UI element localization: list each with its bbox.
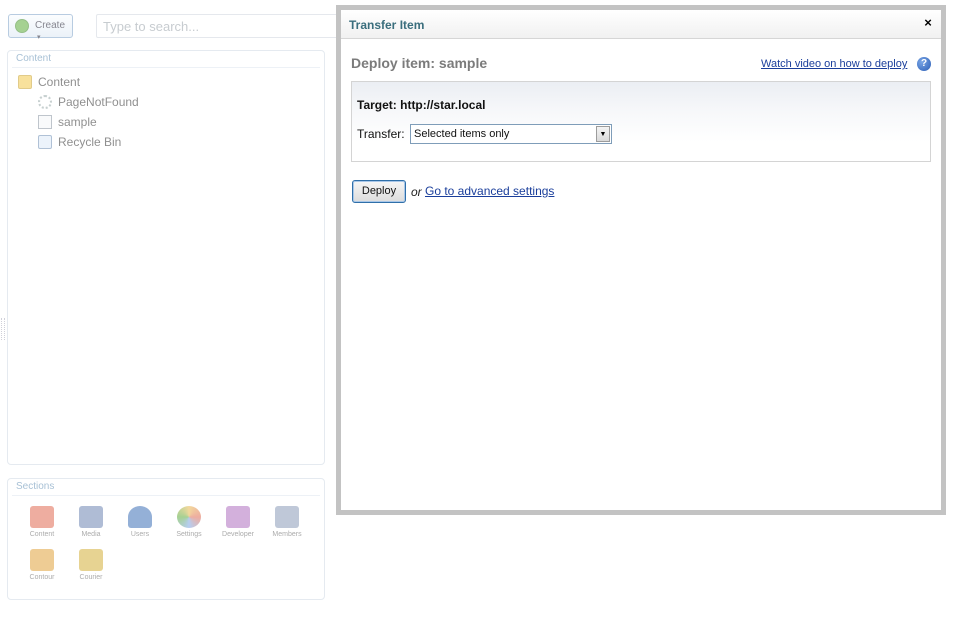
users-section-icon bbox=[128, 506, 152, 528]
section-label: Users bbox=[130, 531, 150, 538]
dialog-title-bar: Transfer Item × bbox=[341, 10, 941, 39]
sections-panel: Sections Content Media Users Settings De… bbox=[7, 478, 325, 600]
contour-section-icon bbox=[30, 549, 54, 571]
watch-video-link[interactable]: Watch video on how to deploy bbox=[761, 58, 907, 70]
section-label: Content bbox=[29, 531, 55, 538]
tree-item-label: sample bbox=[58, 115, 97, 129]
chevron-down-icon: ▾ bbox=[37, 34, 41, 41]
target-settings-box: Target: http://star.local Transfer: Sele… bbox=[351, 81, 931, 162]
help-icon[interactable]: ? bbox=[917, 57, 931, 71]
document-icon bbox=[38, 115, 52, 129]
or-text: or bbox=[411, 185, 422, 199]
create-button-label: Create bbox=[35, 20, 66, 31]
section-media[interactable]: Media bbox=[69, 506, 113, 538]
content-panel-title: Content bbox=[16, 53, 52, 64]
developer-section-icon bbox=[226, 506, 250, 528]
create-icon bbox=[15, 19, 29, 33]
media-section-icon bbox=[79, 506, 103, 528]
section-label: Settings bbox=[176, 531, 202, 538]
section-label: Contour bbox=[29, 574, 55, 581]
transfer-select[interactable]: Selected items only ▼ bbox=[410, 124, 612, 144]
gear-icon bbox=[38, 95, 52, 109]
recycle-bin-icon bbox=[38, 135, 52, 149]
create-button[interactable]: Create ▾ bbox=[8, 14, 73, 41]
transfer-item-dialog: Transfer Item × Deploy item: sample Watc… bbox=[336, 5, 946, 515]
panel-splitter-handle[interactable] bbox=[1, 318, 5, 340]
deploy-item-heading: Deploy item: sample bbox=[351, 55, 488, 71]
target-label: Target: http://star.local bbox=[357, 98, 486, 112]
dropdown-arrow-icon[interactable]: ▼ bbox=[596, 126, 610, 142]
settings-section-icon bbox=[177, 506, 201, 528]
sections-panel-title: Sections bbox=[16, 481, 55, 492]
content-tree-panel: Content Content PageNotFound sample Recy… bbox=[7, 50, 325, 465]
divider bbox=[12, 67, 320, 68]
section-settings[interactable]: Settings bbox=[167, 506, 211, 538]
transfer-label: Transfer: bbox=[357, 127, 405, 141]
deploy-button[interactable]: Deploy bbox=[352, 180, 406, 203]
section-users[interactable]: Users bbox=[118, 506, 162, 538]
section-members[interactable]: Members bbox=[265, 506, 309, 538]
tree-item-label: Content bbox=[38, 75, 81, 89]
section-label: Developer bbox=[222, 531, 254, 538]
courier-section-icon bbox=[79, 549, 103, 571]
tree-item-label: PageNotFound bbox=[58, 95, 139, 109]
section-courier[interactable]: Courier bbox=[69, 549, 113, 581]
section-label: Courier bbox=[79, 574, 103, 581]
tree-item-label: Recycle Bin bbox=[58, 135, 122, 149]
section-content[interactable]: Content bbox=[20, 506, 64, 538]
dialog-title: Transfer Item bbox=[349, 18, 425, 32]
content-section-icon bbox=[30, 506, 54, 528]
transfer-select-value: Selected items only bbox=[414, 128, 510, 140]
section-label: Media bbox=[81, 531, 101, 538]
members-section-icon bbox=[275, 506, 299, 528]
search-input[interactable]: Type to search... bbox=[96, 14, 346, 38]
advanced-settings-link[interactable]: Go to advanced settings bbox=[425, 184, 554, 198]
close-icon[interactable]: × bbox=[921, 16, 935, 30]
divider bbox=[12, 495, 320, 496]
folder-icon bbox=[18, 75, 32, 89]
section-label: Members bbox=[272, 531, 302, 538]
section-contour[interactable]: Contour bbox=[20, 549, 64, 581]
section-developer[interactable]: Developer bbox=[216, 506, 260, 538]
